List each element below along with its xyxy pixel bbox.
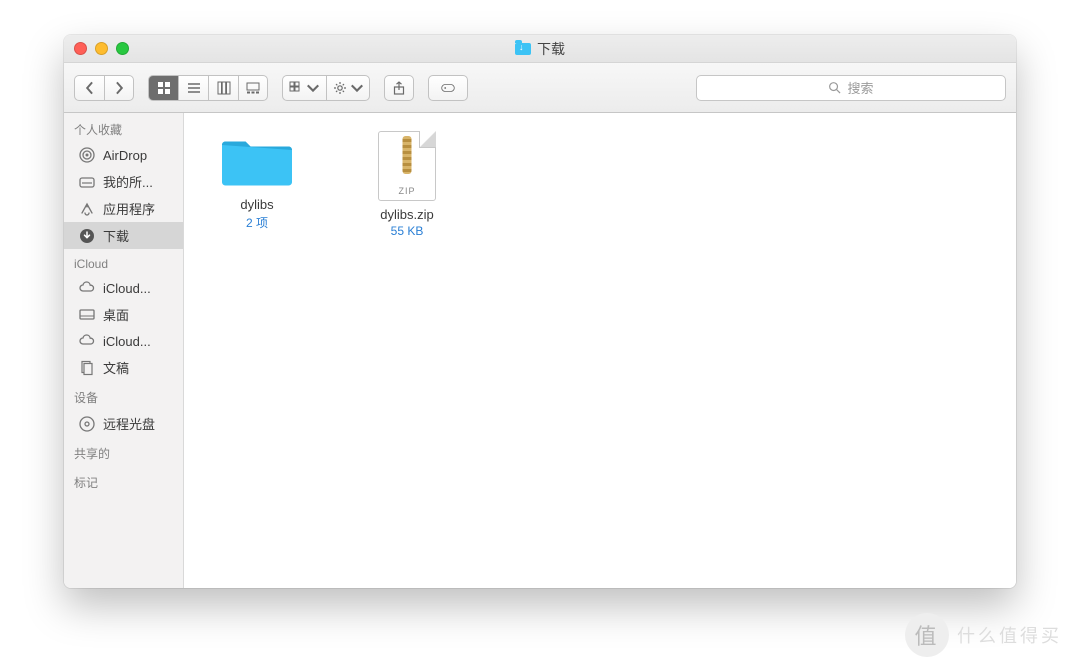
zip-icon: ZIP (378, 131, 436, 201)
group-sort-segment (282, 75, 370, 101)
list-icon (187, 81, 201, 95)
sidebar-header-shared: 共享的 (64, 437, 183, 466)
icloud-icon (78, 279, 96, 297)
tags-button[interactable] (428, 75, 468, 101)
desktop-icon (78, 306, 96, 324)
nav-back-forward (74, 75, 134, 101)
sidebar-label: 应用程序 (103, 199, 155, 218)
downloads-folder-icon (515, 43, 531, 55)
arrange-button[interactable] (282, 75, 326, 101)
sidebar-item-icloud-2[interactable]: iCloud... (64, 328, 183, 354)
file-name: dylibs.zip (352, 207, 462, 222)
chevron-left-icon (83, 81, 97, 95)
apps-icon (78, 200, 96, 218)
window-controls (74, 42, 129, 55)
arrange-icon (289, 81, 303, 95)
file-name: dylibs (202, 197, 312, 212)
window-body: 个人收藏 AirDrop 我的所... 应用程序 下载 iCloud iClou… (64, 113, 1016, 588)
list-view-button[interactable] (178, 75, 208, 101)
watermark-text: 什么值得买 (957, 622, 1062, 648)
sidebar-header-tags: 标记 (64, 466, 183, 495)
disc-icon (78, 415, 96, 433)
gallery-view-button[interactable] (238, 75, 268, 101)
share-button[interactable] (384, 75, 414, 101)
gallery-icon (246, 81, 260, 95)
drive-icon (78, 173, 96, 191)
toolbar: 搜索 (64, 63, 1016, 113)
sidebar-label: iCloud... (103, 334, 151, 349)
airdrop-icon (78, 146, 96, 164)
column-view-button[interactable] (208, 75, 238, 101)
icon-view-button[interactable] (148, 75, 178, 101)
sidebar-item-applications[interactable]: 应用程序 (64, 195, 183, 222)
sidebar-label: 文稿 (103, 358, 129, 377)
downloads-icon (78, 227, 96, 245)
view-mode-segment (148, 75, 268, 101)
sidebar-label: iCloud... (103, 281, 151, 296)
sidebar-item-desktop[interactable]: 桌面 (64, 301, 183, 328)
sidebar-item-all-files[interactable]: 我的所... (64, 168, 183, 195)
finder-window: 下载 (64, 35, 1016, 588)
tag-icon (441, 81, 455, 95)
action-button[interactable] (326, 75, 370, 101)
close-icon[interactable] (74, 42, 87, 55)
search-icon (828, 81, 841, 94)
sidebar-header-favorites: 个人收藏 (64, 113, 183, 142)
window-title: 下载 (64, 39, 1016, 59)
sidebar-label: 桌面 (103, 305, 129, 324)
file-meta: 2 项 (202, 214, 312, 231)
sidebar: 个人收藏 AirDrop 我的所... 应用程序 下载 iCloud iClou… (64, 113, 184, 588)
back-button[interactable] (74, 75, 104, 101)
sidebar-label: 下载 (103, 226, 129, 245)
minimize-icon[interactable] (95, 42, 108, 55)
chevron-down-icon (350, 81, 364, 95)
grid-icon (157, 81, 171, 95)
search-placeholder: 搜索 (847, 78, 873, 97)
watermark: 值 什么值得买 (905, 613, 1062, 657)
columns-icon (217, 81, 231, 95)
sidebar-header-icloud: iCloud (64, 249, 183, 275)
sidebar-item-documents[interactable]: 文稿 (64, 354, 183, 381)
file-grid[interactable]: dylibs 2 项 ZIP dylibs.zip 55 KB (184, 113, 1016, 588)
chevron-right-icon (112, 81, 126, 95)
window-title-text: 下载 (537, 39, 565, 59)
icloud-icon (78, 332, 96, 350)
sidebar-item-downloads[interactable]: 下载 (64, 222, 183, 249)
folder-icon (218, 131, 296, 189)
sidebar-label: 我的所... (103, 172, 153, 191)
file-item-folder[interactable]: dylibs 2 项 (202, 131, 312, 231)
sidebar-label: 远程光盘 (103, 414, 155, 433)
watermark-badge: 值 (905, 613, 949, 657)
sidebar-item-airdrop[interactable]: AirDrop (64, 142, 183, 168)
sidebar-item-remote-disc[interactable]: 远程光盘 (64, 410, 183, 437)
sidebar-label: AirDrop (103, 148, 147, 163)
titlebar: 下载 (64, 35, 1016, 63)
documents-icon (78, 359, 96, 377)
search-field[interactable]: 搜索 (696, 75, 1006, 101)
fullscreen-icon[interactable] (116, 42, 129, 55)
gear-icon (333, 81, 347, 95)
sidebar-header-devices: 设备 (64, 381, 183, 410)
chevron-down-icon (306, 81, 320, 95)
forward-button[interactable] (104, 75, 134, 101)
file-meta: 55 KB (352, 224, 462, 238)
share-icon (392, 81, 406, 95)
sidebar-item-icloud-drive[interactable]: iCloud... (64, 275, 183, 301)
file-item-zip[interactable]: ZIP dylibs.zip 55 KB (352, 131, 462, 238)
